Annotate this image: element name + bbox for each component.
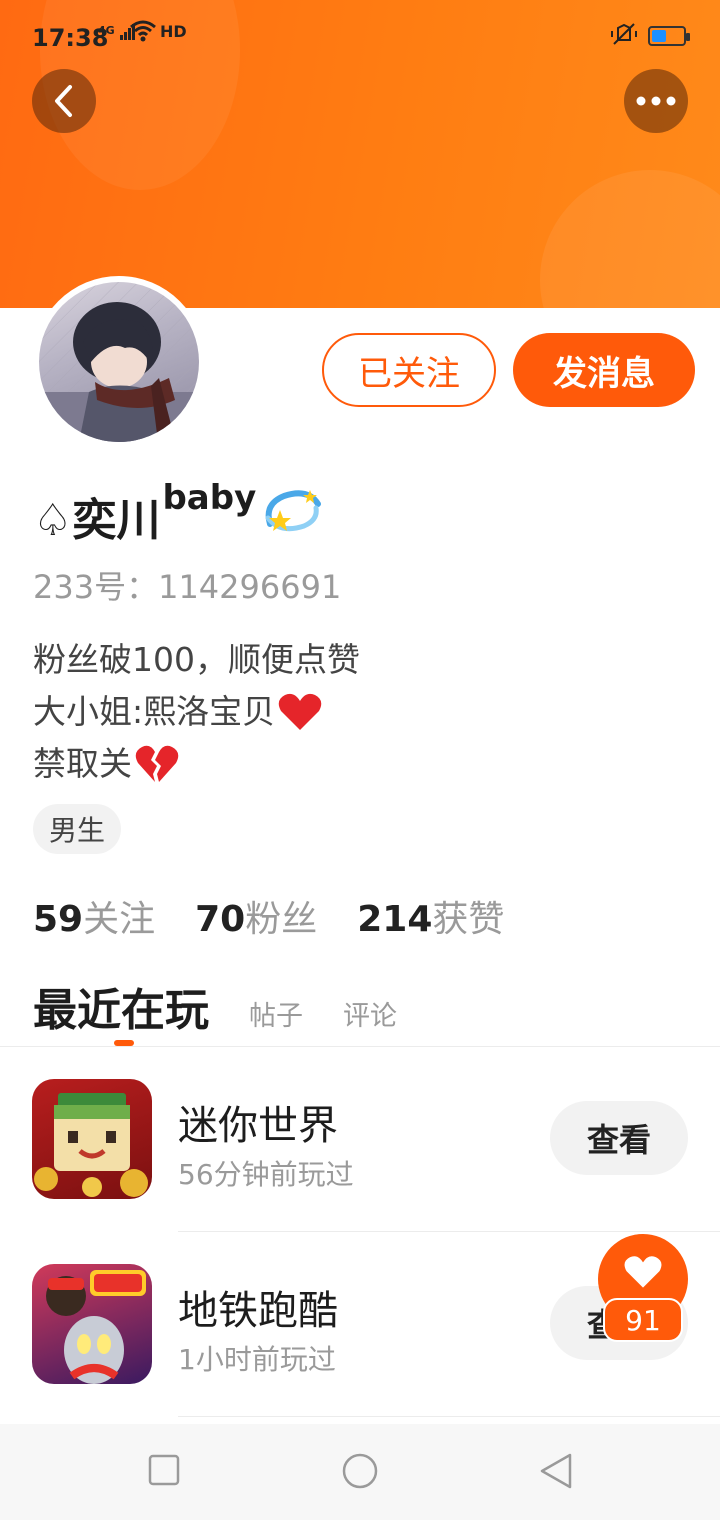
battery-tip: [686, 33, 690, 41]
user-id: 233号：114296691: [33, 568, 342, 606]
game-name: 地铁跑酷: [178, 1288, 338, 1334]
bio-text: 大小姐:熙洛宝贝: [33, 692, 276, 731]
heart-icon: [624, 1256, 662, 1288]
bio: 粉丝破100，顺便点赞 大小姐:熙洛宝贝 禁取关: [33, 634, 360, 790]
following-button[interactable]: 已关注: [322, 333, 496, 407]
wifi-icon: [130, 20, 156, 42]
back-arrow-icon: [55, 85, 72, 117]
stats-row: 59 关注 70 粉丝 214 获赞: [33, 890, 504, 942]
battery-fill: [652, 30, 666, 42]
more-dots-icon: [636, 96, 676, 106]
profile-header: 17:38 4G HD: [0, 0, 720, 308]
sparkle-icon: [265, 490, 322, 532]
send-message-button[interactable]: 发消息: [513, 333, 695, 407]
square-nav-icon[interactable]: [148, 1454, 180, 1486]
divider: [178, 1416, 720, 1417]
hd-indicator: HD: [160, 22, 187, 41]
back-button[interactable]: [32, 69, 96, 133]
header-decor-circle: [540, 170, 720, 308]
stat-number: 214: [357, 899, 433, 940]
stat-number: 70: [195, 899, 246, 940]
stat-label: 获赞: [432, 899, 505, 940]
bio-line: 禁取关: [33, 738, 360, 790]
profile-tabs: 最近在玩 帖子 评论: [33, 974, 397, 1038]
circle-nav-icon[interactable]: [341, 1452, 379, 1490]
game-played-time: 56分钟前玩过: [178, 1158, 354, 1191]
bio-text: 禁取关: [33, 744, 132, 783]
bio-text: 粉丝破100，顺便点赞: [33, 640, 360, 679]
stat-fans[interactable]: 70 粉丝: [195, 890, 317, 942]
game-name: 迷你世界: [178, 1103, 338, 1149]
stat-number: 59: [33, 899, 84, 940]
like-count-badge: 91: [603, 1298, 683, 1342]
gender-tag: 男生: [33, 804, 122, 854]
tab-posts[interactable]: 帖子: [249, 994, 303, 1033]
heart-icon: [278, 693, 322, 730]
game-row[interactable]: 迷你世界 56分钟前玩过 查看: [0, 1047, 720, 1231]
avatar-image: [39, 282, 199, 442]
username: ♤奕川 baby: [33, 478, 324, 548]
bio-line: 大小姐:熙洛宝贝: [33, 686, 360, 738]
game-icon-subway-surfers: [32, 1264, 152, 1384]
avatar[interactable]: [33, 276, 205, 448]
vibrate-mute-icon: [611, 23, 637, 45]
game-played-time: 1小时前玩过: [178, 1343, 336, 1376]
stat-following[interactable]: 59 关注: [33, 890, 155, 942]
status-bar: 17:38 4G HD: [0, 0, 720, 74]
stat-label: 关注: [83, 899, 156, 940]
tab-comments[interactable]: 评论: [343, 994, 397, 1033]
status-time: 17:38: [32, 24, 109, 52]
triangle-nav-icon[interactable]: [538, 1452, 574, 1490]
tab-recent-played[interactable]: 最近在玩: [33, 974, 209, 1038]
username-sup: baby: [162, 478, 257, 518]
view-game-button[interactable]: 查看: [550, 1101, 688, 1175]
broken-heart-icon: [135, 745, 179, 782]
system-nav-bar: [0, 1424, 720, 1520]
network-label: 4G: [98, 24, 115, 37]
stat-likes[interactable]: 214 获赞: [357, 890, 504, 942]
stat-label: 粉丝: [245, 899, 318, 940]
avatar-illustration: [39, 282, 199, 442]
username-main: ♤奕川: [33, 495, 161, 546]
bio-line: 粉丝破100，顺便点赞: [33, 634, 360, 686]
more-options-button[interactable]: [624, 69, 688, 133]
battery-icon: [648, 26, 690, 46]
game-icon-mini-world: [32, 1079, 152, 1199]
